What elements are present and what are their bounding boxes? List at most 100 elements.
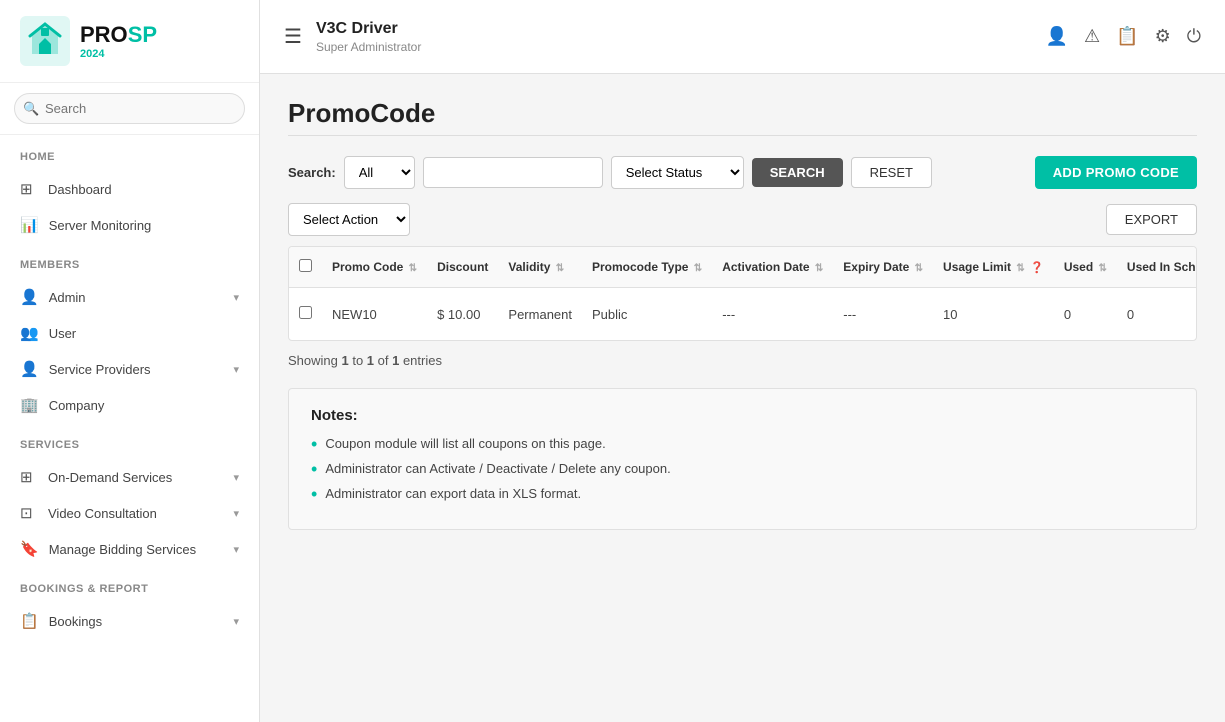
action-select[interactable]: Select Action Delete (288, 203, 410, 236)
service-providers-icon: 👤 (20, 360, 39, 378)
note-item-1: Coupon module will list all coupons on t… (311, 436, 1174, 453)
sidebar-item-on-demand-services[interactable]: ⊞ On-Demand Services ▾ (0, 459, 259, 495)
header-promocode-type: Promocode Type ⇅ (582, 247, 712, 288)
power-icon[interactable]: ⏻ (1187, 26, 1201, 47)
page-divider (288, 135, 1197, 136)
chevron-down-icon: ▾ (233, 615, 239, 628)
main-area: ☰ V3C Driver Super Administrator 👤 ⚠ 📋 ⚙… (260, 0, 1225, 722)
header-activation-date: Activation Date ⇅ (712, 247, 833, 288)
server-monitoring-icon: 📊 (20, 216, 39, 234)
alert-icon[interactable]: ⚠ (1084, 26, 1100, 47)
sidebar-item-label: User (49, 326, 239, 341)
chevron-down-icon: ▾ (233, 291, 239, 304)
sort-icon: ⇅ (409, 263, 417, 274)
chevron-down-icon: ▾ (233, 363, 239, 376)
search-input[interactable] (423, 157, 603, 188)
row-validity: Permanent (498, 288, 582, 341)
sidebar: PROSP 2024 🔍 HOME ⊞ Dashboard 📊 Server M… (0, 0, 260, 722)
logo-area: PROSP 2024 (0, 0, 259, 83)
sidebar-item-dashboard[interactable]: ⊞ Dashboard (0, 171, 259, 207)
nav-services-title: SERVICES (0, 435, 259, 459)
topbar-title-group: V3C Driver Super Administrator (316, 20, 421, 54)
search-filter-select[interactable]: All (344, 156, 415, 189)
sidebar-item-manage-bidding[interactable]: 🔖 Manage Bidding Services ▾ (0, 531, 259, 567)
sidebar-item-video-consultation[interactable]: ⊡ Video Consultation ▾ (0, 495, 259, 531)
sidebar-item-label: On-Demand Services (48, 470, 223, 485)
sidebar-item-bookings[interactable]: 📋 Bookings ▾ (0, 603, 259, 639)
sort-icon: ⇅ (694, 263, 702, 274)
logo-pro: PRO (80, 22, 128, 47)
notes-icon[interactable]: 📋 (1116, 26, 1138, 47)
sidebar-item-label: Company (49, 398, 239, 413)
sidebar-item-label: Video Consultation (48, 506, 223, 521)
sort-icon: ⇅ (1099, 263, 1107, 274)
sidebar-item-server-monitoring[interactable]: 📊 Server Monitoring (0, 207, 259, 243)
notes-title: Notes: (311, 407, 1174, 424)
hamburger-icon[interactable]: ☰ (284, 24, 302, 49)
search-bar: Search: All Select Status Active Inactiv… (288, 156, 1197, 189)
showing-text: Showing 1 to 1 of 1 entries (288, 353, 1197, 368)
video-consultation-icon: ⊡ (20, 504, 38, 522)
sidebar-item-label: Service Providers (49, 362, 224, 377)
topbar-left: ☰ V3C Driver Super Administrator (284, 20, 421, 54)
sidebar-item-service-providers[interactable]: 👤 Service Providers ▾ (0, 351, 259, 387)
row-used: 0 (1054, 288, 1117, 341)
sidebar-search-input[interactable] (14, 93, 245, 124)
nav-members-section: MEMBERS 👤 Admin ▾ 👥 User 👤 Service Provi… (0, 243, 259, 423)
on-demand-icon: ⊞ (20, 468, 38, 486)
settings-icon[interactable]: ⚙ (1155, 26, 1171, 47)
sidebar-item-company[interactable]: 🏢 Company (0, 387, 259, 423)
sidebar-item-label: Manage Bidding Services (49, 542, 224, 557)
row-promocode-type: Public (582, 288, 712, 341)
row-checkbox[interactable] (299, 306, 312, 319)
sort-icon: ⇅ (556, 263, 564, 274)
add-promo-code-button[interactable]: ADD PROMO CODE (1035, 156, 1197, 189)
note-item-3: Administrator can export data in XLS for… (311, 486, 1174, 503)
logo-sp: SP (128, 22, 157, 47)
promo-code-table-wrapper: Promo Code ⇅ Discount Validity ⇅ Promoco… (288, 246, 1197, 341)
header-validity: Validity ⇅ (498, 247, 582, 288)
select-all-checkbox[interactable] (299, 259, 312, 272)
logo-year: 2024 (80, 48, 157, 60)
bookings-icon: 📋 (20, 612, 39, 630)
header-used: Used ⇅ (1054, 247, 1117, 288)
export-button[interactable]: EXPORT (1106, 204, 1197, 235)
nav-home-title: HOME (0, 147, 259, 171)
dashboard-icon: ⊞ (20, 180, 38, 198)
reset-button[interactable]: RESET (851, 157, 932, 188)
status-select[interactable]: Select Status Active Inactive (611, 156, 744, 189)
page-title: PromoCode (288, 98, 1197, 129)
bidding-icon: 🔖 (20, 540, 39, 558)
search-button[interactable]: SEARCH (752, 158, 843, 187)
nav-members-title: MEMBERS (0, 255, 259, 279)
sidebar-item-label: Admin (49, 290, 224, 305)
sidebar-item-label: Server Monitoring (49, 218, 239, 233)
sidebar-item-admin[interactable]: 👤 Admin ▾ (0, 279, 259, 315)
sidebar-item-user[interactable]: 👥 User (0, 315, 259, 351)
header-expiry-date: Expiry Date ⇅ (833, 247, 933, 288)
search-icon: 🔍 (23, 101, 39, 117)
topbar-right: 👤 ⚠ 📋 ⚙ ⏻ (1046, 26, 1201, 47)
row-activation-date: --- (712, 288, 833, 341)
sort-icon: ⇅ (1016, 263, 1024, 274)
header-discount: Discount (427, 247, 498, 288)
chevron-down-icon: ▾ (233, 471, 239, 484)
sidebar-item-label: Dashboard (48, 182, 239, 197)
notes-box: Notes: Coupon module will list all coupo… (288, 388, 1197, 530)
sidebar-search-area: 🔍 (0, 83, 259, 135)
nav-bookings-title: BOOKINGS & REPORT (0, 579, 259, 603)
user-icon: 👥 (20, 324, 39, 342)
nav-bookings-section: BOOKINGS & REPORT 📋 Bookings ▾ (0, 567, 259, 639)
action-bar: Select Action Delete EXPORT (288, 203, 1197, 236)
header-used-schedule-booking: Used In Schedule Booking ❓ (1117, 247, 1197, 288)
note-item-2: Administrator can Activate / Deactivate … (311, 461, 1174, 478)
table-body: NEW10 $ 10.00 Permanent Public --- --- 1… (289, 288, 1197, 341)
user-profile-icon[interactable]: 👤 (1046, 26, 1068, 47)
topbar-title: V3C Driver (316, 20, 421, 38)
admin-icon: 👤 (20, 288, 39, 306)
main-content: PromoCode Search: All Select Status Acti… (260, 74, 1225, 722)
table-header: Promo Code ⇅ Discount Validity ⇅ Promoco… (289, 247, 1197, 288)
row-usage-limit: 10 (933, 288, 1054, 341)
nav-home-section: HOME ⊞ Dashboard 📊 Server Monitoring (0, 135, 259, 243)
chevron-down-icon: ▾ (233, 507, 239, 520)
